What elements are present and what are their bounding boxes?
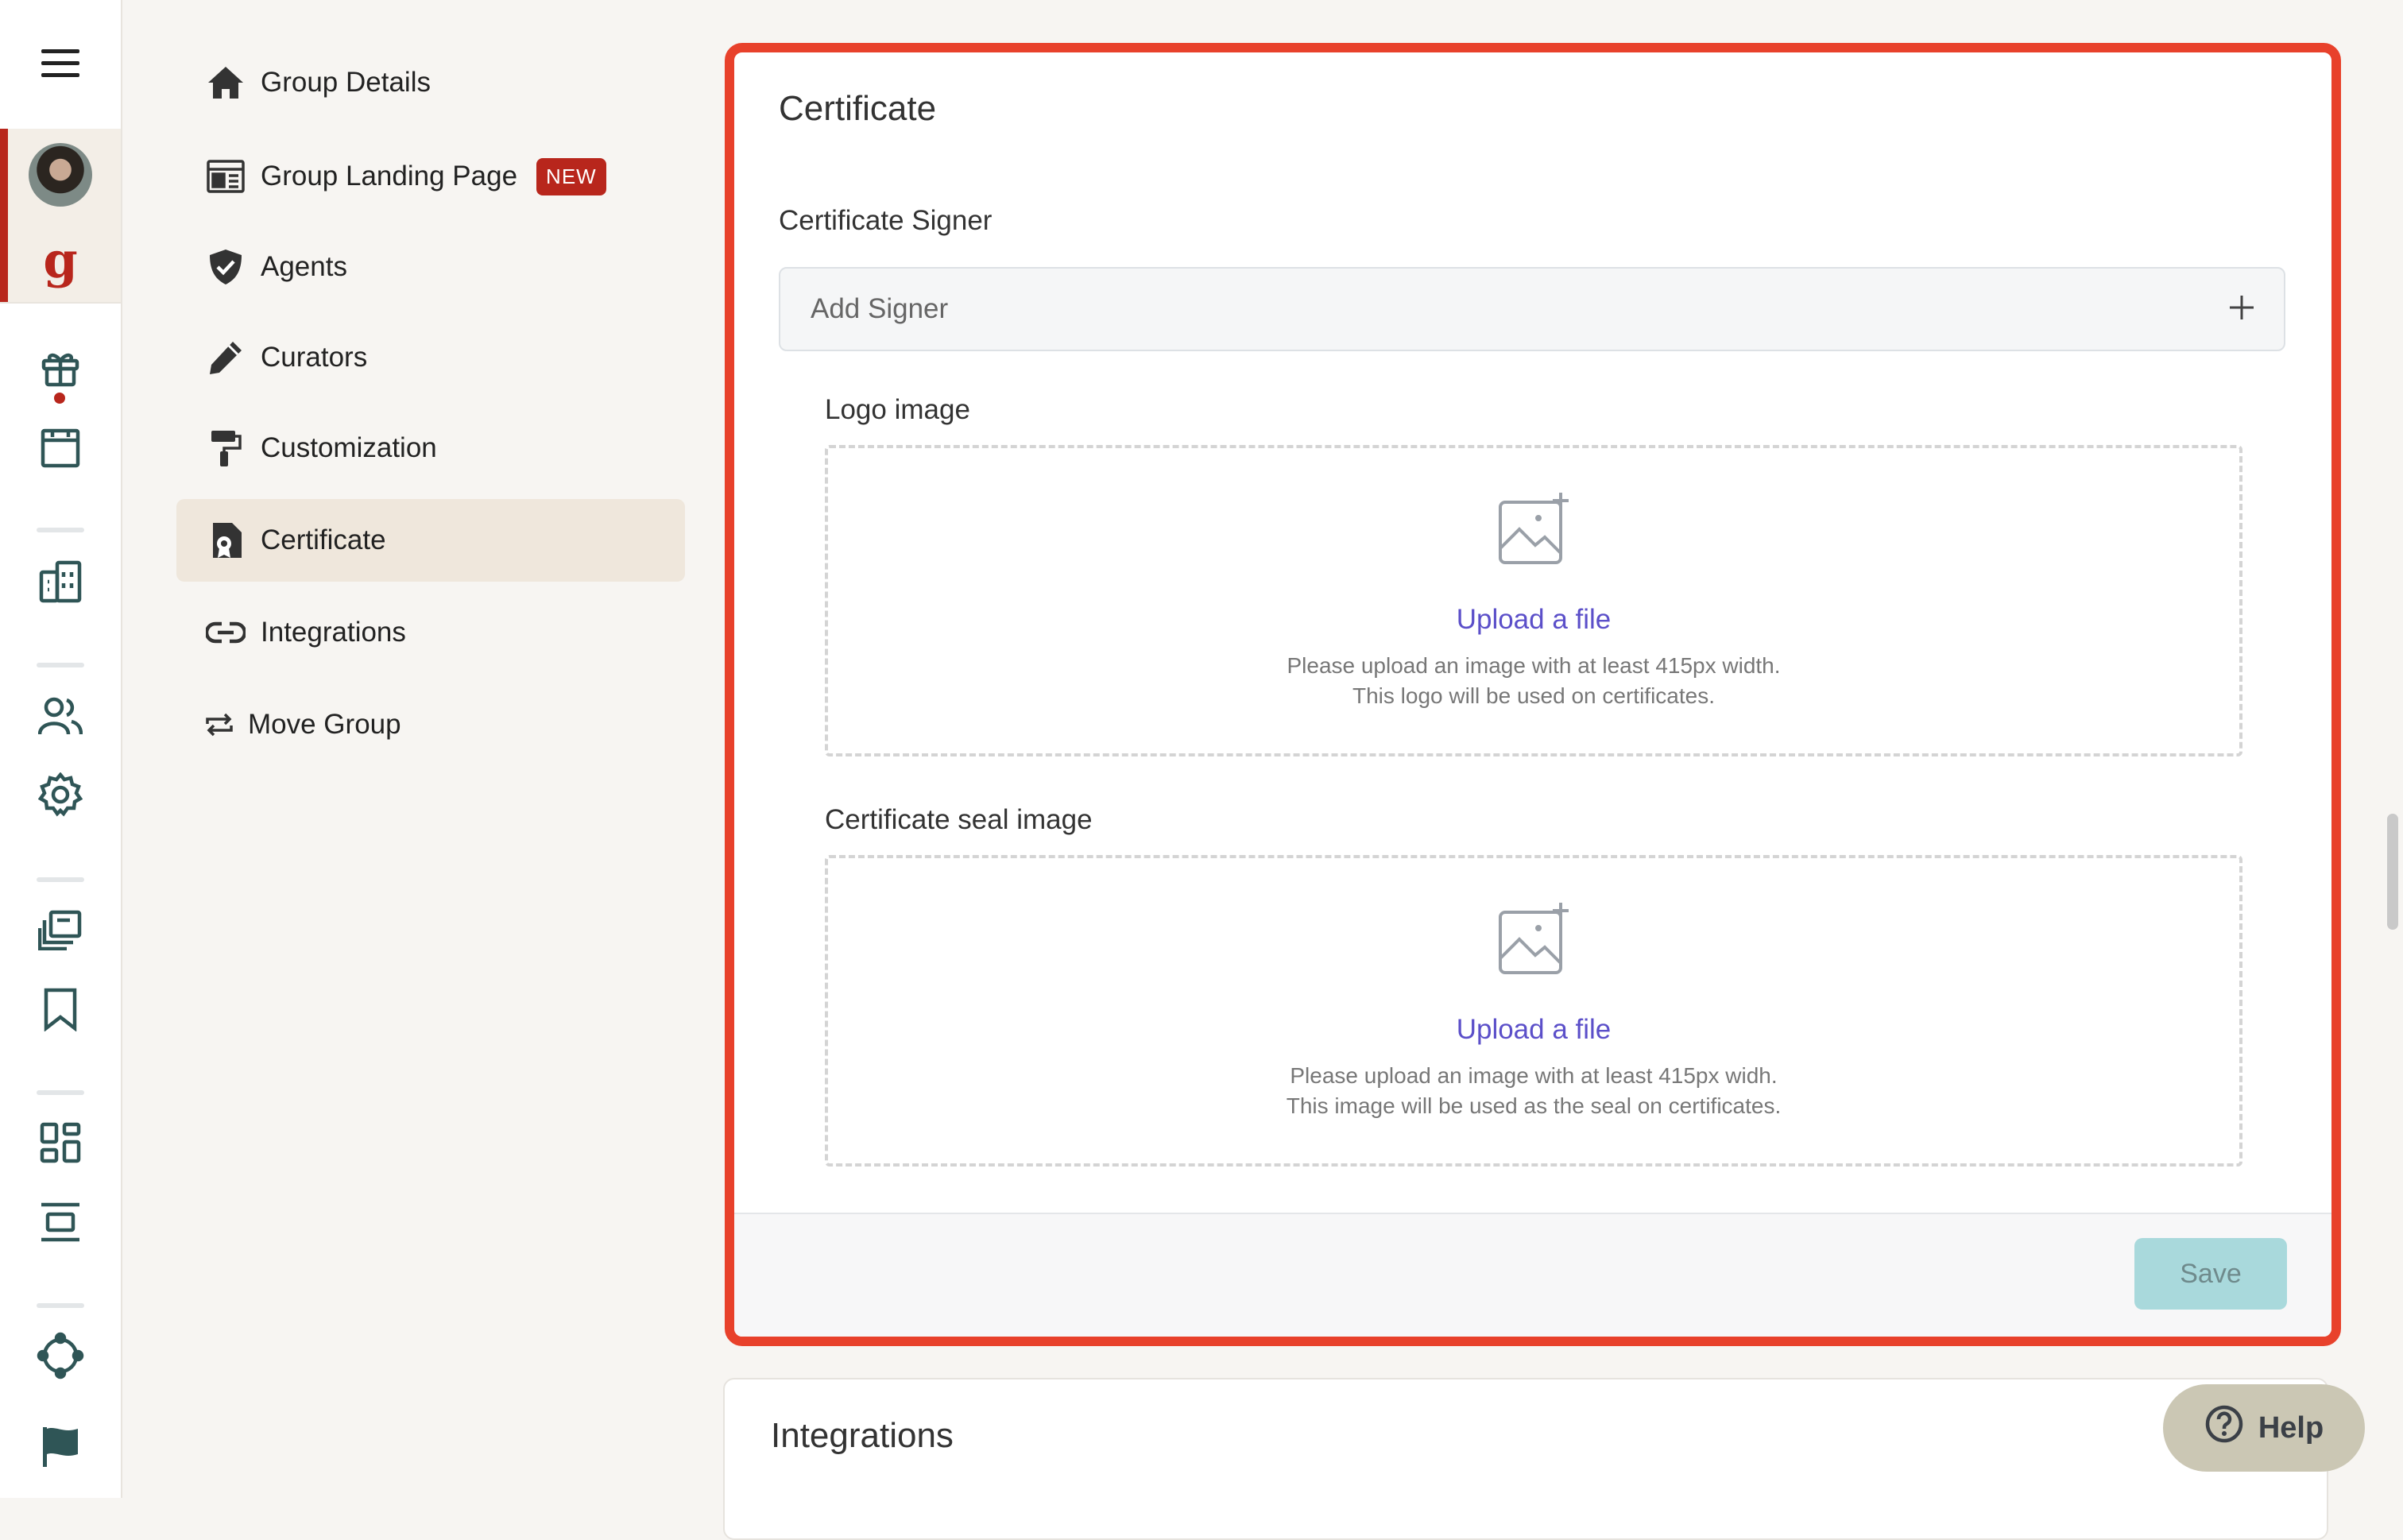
add-signer-field[interactable]: Add Signer	[779, 267, 2285, 351]
pencil-icon	[203, 339, 248, 376]
buildings-icon[interactable]	[0, 558, 121, 606]
save-button[interactable]: Save	[2134, 1238, 2287, 1310]
nav-group-details[interactable]: Group Details	[176, 41, 685, 124]
nav-customization[interactable]: Customization	[176, 407, 685, 489]
notification-dot	[54, 393, 65, 404]
logo-upload-dropzone[interactable]: Upload a file Please upload an image wit…	[825, 445, 2242, 756]
certificate-card: Certificate Certificate Signer Add Signe…	[725, 43, 2341, 1346]
nav-move-group[interactable]: Move Group	[176, 683, 685, 766]
add-signer-placeholder: Add Signer	[811, 293, 949, 324]
seal-upload-dropzone[interactable]: Upload a file Please upload an image wit…	[825, 855, 2242, 1167]
integrations-card: Integrations	[723, 1378, 2328, 1540]
upload-file-link[interactable]: Upload a file	[828, 604, 2239, 636]
help-label: Help	[2258, 1410, 2324, 1445]
bookmark-icon[interactable]	[0, 985, 121, 1033]
nav-label: Group Details	[261, 67, 431, 98]
plus-icon[interactable]	[2228, 294, 2255, 325]
align-icon[interactable]	[0, 1198, 121, 1246]
calendar-icon[interactable]	[0, 424, 121, 472]
app-rail: g	[0, 0, 122, 1498]
nav-certificate[interactable]: Certificate	[176, 499, 685, 582]
upload-hint: This logo will be used on certificates.	[1352, 683, 1715, 708]
logo-image-label: Logo image	[825, 394, 970, 425]
rail-separator	[37, 1303, 84, 1308]
rail-separator	[37, 528, 84, 532]
help-icon	[2204, 1404, 2244, 1452]
help-button[interactable]: Help	[2163, 1384, 2365, 1472]
seal-image-label: Certificate seal image	[825, 804, 1093, 835]
people-icon[interactable]	[0, 693, 121, 741]
nav-label: Move Group	[248, 709, 401, 740]
rail-selected-indicator	[0, 129, 8, 302]
landing-page-icon	[203, 160, 248, 193]
rail-separator	[37, 1090, 84, 1095]
scrollbar-thumb[interactable]	[2387, 814, 2398, 930]
group-logo[interactable]: g	[29, 232, 92, 289]
nav-label: Customization	[261, 432, 437, 463]
upload-hint: Please upload an image with at least 415…	[1290, 1063, 1778, 1088]
avatar[interactable]	[29, 143, 92, 207]
rail-divider	[0, 302, 121, 304]
nav-label: Certificate	[261, 524, 386, 555]
shield-check-icon	[203, 248, 248, 286]
nav-label: Group Landing Page	[261, 161, 518, 192]
swap-arrows-icon	[203, 713, 235, 737]
link-icon	[203, 621, 248, 644]
dashboard-icon[interactable]	[0, 1119, 121, 1167]
card-title: Integrations	[771, 1416, 954, 1455]
card-title: Certificate	[779, 89, 937, 128]
nav-label: Integrations	[261, 617, 406, 648]
nav-group-landing-page[interactable]: Group Landing Page NEW	[176, 135, 685, 218]
image-add-icon	[1497, 491, 1573, 571]
certificate-icon	[203, 521, 248, 559]
nav-label: Agents	[261, 251, 347, 282]
home-icon	[203, 65, 248, 100]
gear-icon[interactable]	[0, 771, 121, 818]
upload-hint: Please upload an image with at least 415…	[1287, 653, 1781, 678]
paint-roller-icon	[203, 429, 248, 467]
card-footer: Save	[734, 1213, 2331, 1337]
library-icon[interactable]	[0, 906, 121, 954]
image-add-icon	[1497, 901, 1573, 981]
upload-hint: This image will be used as the seal on c…	[1286, 1093, 1782, 1118]
rail-separator	[37, 663, 84, 667]
nav-label: Curators	[261, 342, 368, 373]
nav-integrations[interactable]: Integrations	[176, 591, 685, 674]
nav-agents[interactable]: Agents	[176, 226, 685, 308]
nav-curators[interactable]: Curators	[176, 316, 685, 399]
flag-icon[interactable]	[0, 1422, 121, 1470]
signer-label: Certificate Signer	[779, 205, 993, 236]
rail-separator	[37, 877, 84, 882]
upload-file-link[interactable]: Upload a file	[828, 1014, 2239, 1046]
network-icon[interactable]	[0, 1332, 121, 1379]
gift-icon[interactable]	[0, 343, 121, 391]
new-badge: NEW	[536, 157, 606, 195]
menu-icon[interactable]	[0, 40, 121, 87]
